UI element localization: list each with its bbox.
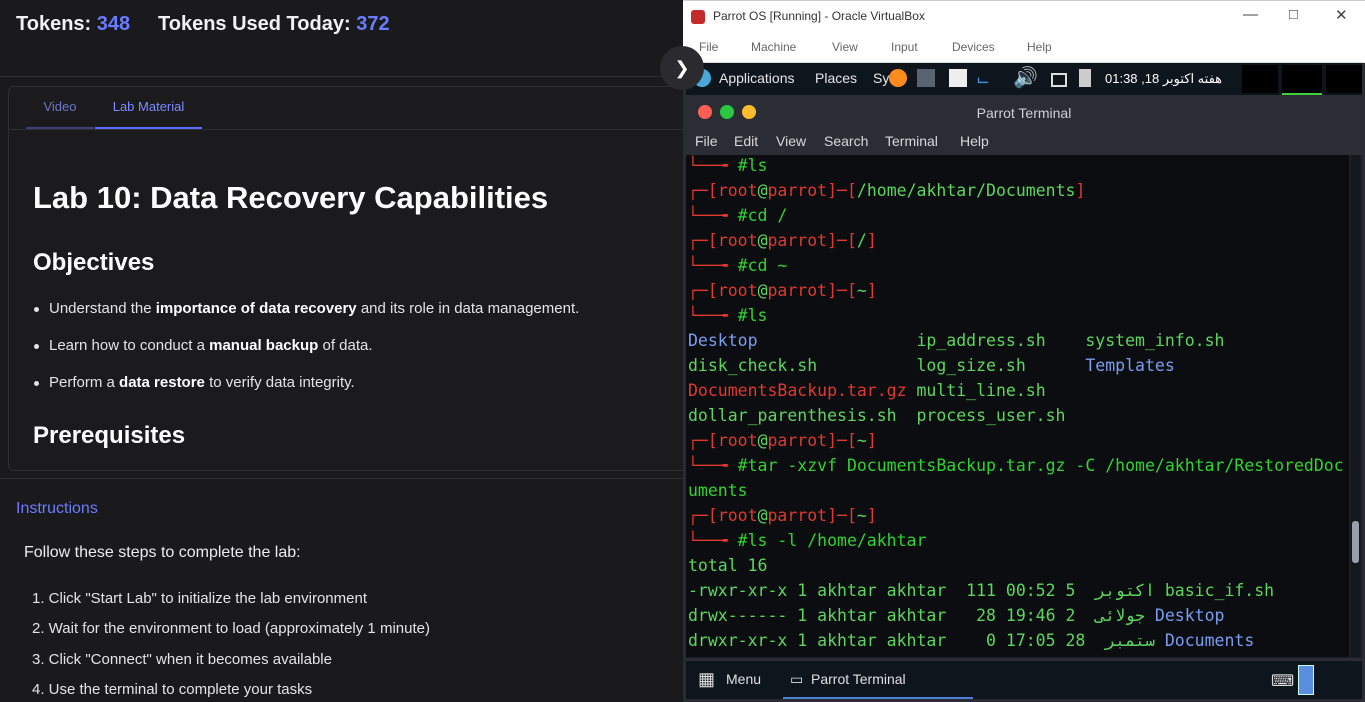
cpu-graph (1242, 65, 1278, 93)
terminal-line: Desktop ip_address.sh system_info.sh (688, 331, 1225, 350)
token-header: Tokens: 348 Tokens Used Today: 372 (0, 0, 683, 77)
scrollbar-thumb[interactable] (1352, 521, 1359, 563)
vbox-titlebar: Parrot OS [Running] - Oracle VirtualBox … (683, 0, 1365, 33)
instructions-link[interactable]: Instructions (16, 500, 98, 518)
terminal-line: ┌─[root@parrot]─[/] (688, 231, 877, 250)
terminal-scrollbar[interactable] (1351, 155, 1360, 657)
term-menu-file[interactable]: File (695, 133, 718, 149)
workspace-switcher[interactable] (1298, 665, 1314, 695)
terminal-line: ┌─[root@parrot]─[~] (688, 281, 877, 300)
terminal-line: drwxr-xr-x 1 akhtar akhtar 0 17:05 28 ست… (688, 631, 1255, 650)
parrot-top-panel: Applications Places Sy ⨽ 🔊 01:38 ,18 هفت… (686, 63, 1362, 97)
tokens-value: 348 (96, 13, 131, 35)
term-menu-view[interactable]: View (776, 133, 806, 149)
virtualbox-window: Parrot OS [Running] - Oracle VirtualBox … (683, 0, 1365, 702)
instruction-step: 1. Click "Start Lab" to initialize the l… (32, 590, 367, 607)
vbox-menu-devices[interactable]: Devices (952, 40, 995, 54)
taskbar-menu[interactable]: Menu (726, 671, 761, 687)
divider (0, 478, 683, 479)
clipboard-icon[interactable] (1079, 69, 1091, 87)
menu-grid-icon[interactable]: ▦ (698, 669, 715, 690)
maximize-icon[interactable]: □ (1289, 6, 1298, 23)
terminal-line: disk_check.sh log_size.sh Templates (688, 356, 1175, 375)
term-menu-search[interactable]: Search (824, 133, 868, 149)
keyboard-icon[interactable]: ⌨ (1271, 671, 1294, 691)
tokens-used-label: Tokens Used Today: (158, 13, 351, 35)
memory-graph (1282, 65, 1322, 97)
objective-item: Understand the importance of data recove… (33, 300, 580, 317)
terminal-line: drwx------ 1 akhtar akhtar 28 19:46 2 جو… (688, 606, 1225, 625)
tokens-used-counter: Tokens Used Today: 372 (158, 13, 390, 36)
vbox-title: Parrot OS [Running] - Oracle VirtualBox (713, 9, 925, 23)
lab-panel: Tokens: 348 Tokens Used Today: 372 Video… (0, 0, 690, 702)
terminal-line: └──╼ #tar -xzvf DocumentsBackup.tar.gz -… (688, 456, 1344, 475)
terminal-line: ┌─[root@parrot]─[~] (688, 431, 877, 450)
instructions-intro: Follow these steps to complete the lab: (24, 544, 301, 561)
screen-icon[interactable] (1051, 73, 1067, 87)
instruction-step: 3. Click "Connect" when it becomes avail… (32, 651, 332, 668)
terminal-line: └──╼ #ls (688, 156, 768, 175)
objective-item: Perform a data restore to verify data in… (34, 374, 355, 391)
terminal-line: ┌─[root@parrot]─[~] (688, 506, 877, 525)
vbox-menu-input[interactable]: Input (891, 40, 918, 54)
terminal-output[interactable]: └──╼ #ls ┌─[root@parrot]─[/home/akhtar/Do… (686, 155, 1349, 657)
chevron-right-icon[interactable]: ❯ (660, 46, 704, 90)
network-graph (1326, 65, 1362, 93)
tokens-counter: Tokens: 348 (16, 13, 130, 36)
terminal-launcher-icon[interactable] (917, 69, 935, 87)
terminal-title: Parrot Terminal (976, 105, 1072, 121)
terminal-line: └──╼ #cd ~ (688, 256, 788, 275)
instruction-step: 2. Wait for the environment to load (app… (32, 620, 430, 637)
close-icon[interactable]: ✕ (1335, 6, 1348, 24)
applications-menu[interactable]: Applications (719, 70, 795, 86)
objective-item: Learn how to conduct a manual backup of … (34, 337, 373, 354)
vbox-menubar: File Machine View Input Devices Help (683, 32, 1365, 63)
taskbar-terminal[interactable]: Parrot Terminal (811, 671, 906, 687)
vbox-menu-file[interactable]: File (699, 40, 718, 54)
parrot-taskbar: ▦ Menu ▭ Parrot Terminal ⌨ (686, 661, 1362, 699)
tab-lab-material[interactable]: Lab Material (95, 87, 202, 129)
terminal-window: Parrot Terminal File Edit View Search Te… (686, 95, 1362, 658)
volume-icon[interactable]: 🔊 (1013, 68, 1038, 88)
vscode-icon[interactable]: ⨽ (977, 68, 995, 88)
tokens-used-value: 372 (356, 13, 390, 35)
vbox-menu-machine[interactable]: Machine (751, 40, 796, 54)
terminal-line: uments (688, 481, 748, 500)
vbox-menu-help[interactable]: Help (1027, 40, 1052, 54)
prerequisites-heading: Prerequisites (33, 422, 186, 449)
terminal-titlebar: Parrot Terminal (686, 95, 1362, 129)
system-menu[interactable]: Sy (873, 70, 889, 86)
terminal-line: DocumentsBackup.tar.gz multi_line.sh (688, 381, 1046, 400)
firefox-icon[interactable] (889, 69, 907, 87)
term-menu-help[interactable]: Help (960, 133, 989, 149)
minimize-icon[interactable]: — (1243, 6, 1258, 23)
virtualbox-icon (691, 10, 705, 24)
tab-video[interactable]: Video (26, 87, 94, 129)
term-menu-terminal[interactable]: Terminal (885, 133, 938, 149)
terminal-line: total 16 (688, 556, 768, 575)
lab-tabs: Video Lab Material (9, 87, 689, 130)
terminal-menubar: File Edit View Search Terminal Help (686, 129, 1362, 155)
instruction-step: 4. Use the terminal to complete your tas… (32, 681, 313, 698)
tokens-label: Tokens: (16, 13, 92, 35)
terminal-line: -rwxr-xr-x 1 akhtar akhtar 111 00:52 5 ا… (688, 581, 1275, 600)
vbox-menu-view[interactable]: View (832, 40, 858, 54)
terminal-line: └──╼ #cd / (688, 206, 788, 225)
objectives-heading: Objectives (33, 249, 155, 276)
terminal-line: ┌─[root@parrot]─[/home/akhtar/Documents] (688, 181, 1086, 200)
term-menu-edit[interactable]: Edit (734, 133, 758, 149)
panel-clock: 01:38 ,18 هفته اکتوبر (1105, 71, 1222, 86)
terminal-task-icon: ▭ (790, 671, 804, 687)
terminal-line: └──╼ #ls (688, 306, 768, 325)
lab-title: Lab 10: Data Recovery Capabilities (33, 180, 549, 215)
places-menu[interactable]: Places (815, 70, 857, 86)
lab-card: Video Lab Material Lab 10: Data Recovery… (8, 86, 690, 471)
text-editor-icon[interactable] (949, 69, 967, 87)
terminal-line: dollar_parenthesis.sh process_user.sh (688, 406, 1066, 425)
terminal-line: └──╼ #ls -l /home/akhtar (688, 531, 927, 550)
